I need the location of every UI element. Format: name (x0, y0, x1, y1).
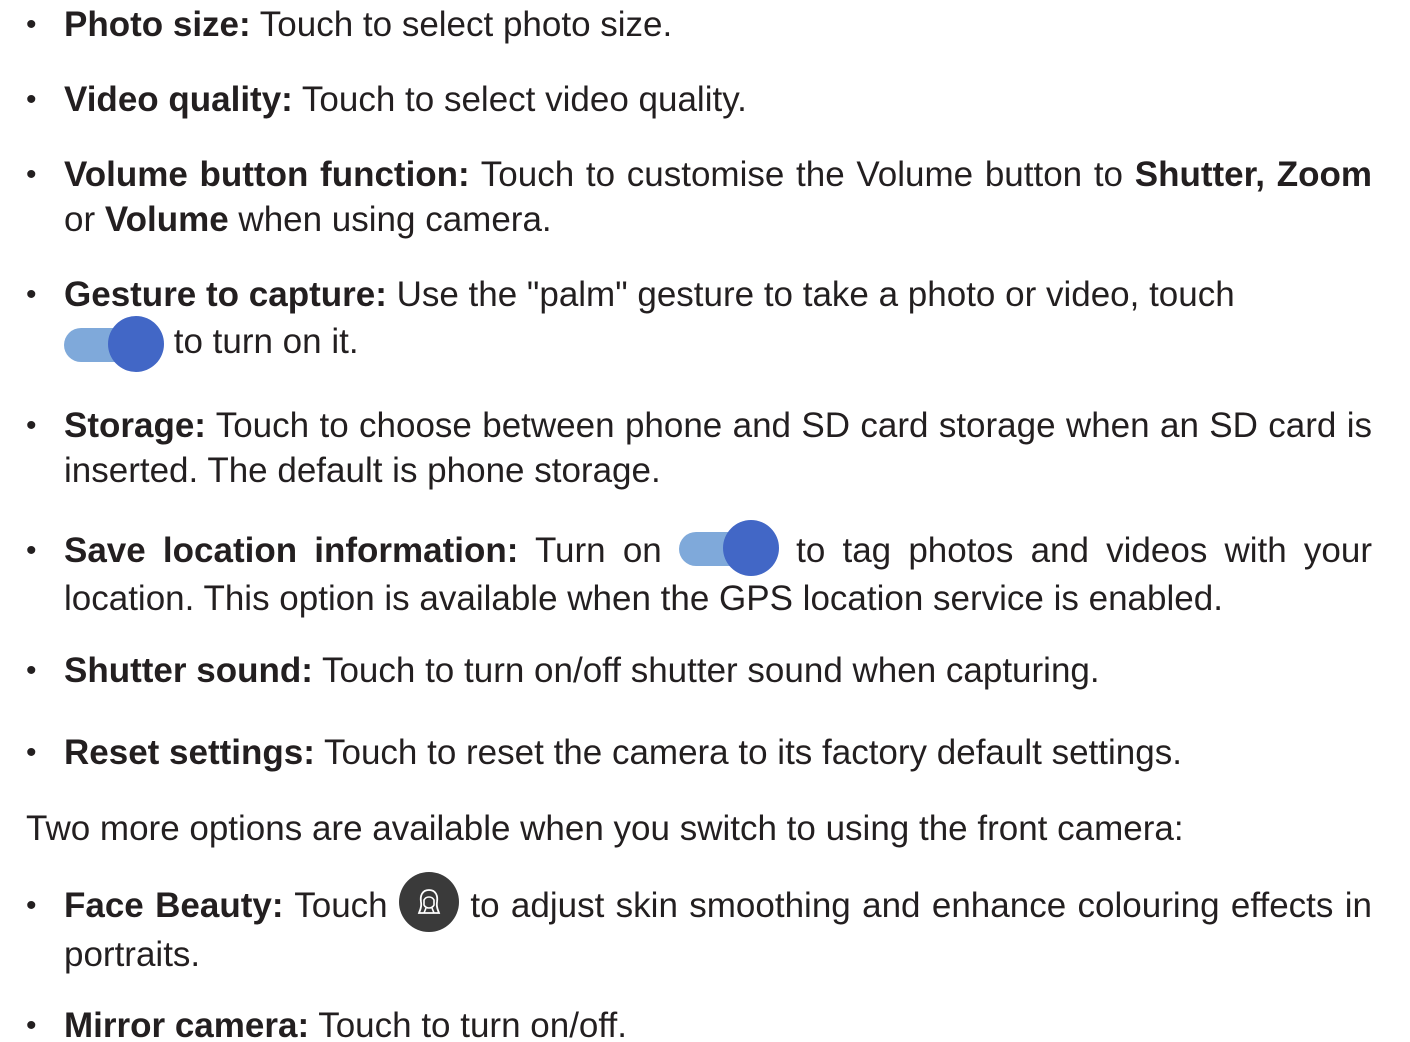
bullet: • (26, 83, 37, 116)
bullet: • (26, 1009, 37, 1042)
list-item-face-beauty: Face Beauty: Touch to adjust skin smooth… (64, 871, 1372, 977)
front-camera-intro: Two more options are available when you … (26, 809, 1184, 848)
bullet: • (26, 8, 37, 41)
bullet: • (26, 409, 37, 442)
manual-page: • Photo size: Touch to select photo size… (0, 0, 1410, 1042)
list-item-video-quality: Video quality: Touch to select video qua… (64, 77, 1372, 122)
list-item-gesture-capture: Gesture to capture: Use the "palm" gestu… (64, 272, 1372, 317)
item-label: Volume button function: (64, 155, 470, 194)
option-volume: Volume (104, 200, 229, 239)
item-text: or (64, 200, 105, 239)
item-label: Storage: (64, 406, 206, 445)
face-beauty-icon (399, 871, 459, 932)
item-text: Touch to turn on/off shutter sound when … (312, 651, 1100, 690)
item-label: Photo size: (64, 5, 251, 44)
bullet: • (26, 278, 37, 311)
list-item-mirror-camera: Mirror camera: Touch to turn on/off. (64, 1003, 1372, 1042)
toggle-knob (722, 519, 779, 576)
item-label: Mirror camera: (64, 1006, 310, 1042)
list-item-reset-settings: Reset settings: Touch to reset the camer… (64, 730, 1372, 775)
option-zoom: Zoom (1276, 155, 1372, 194)
item-label: Face Beauty: (64, 886, 284, 925)
item-label: Save location information: (64, 531, 519, 570)
option-shutter: Shutter, (1134, 155, 1266, 194)
bullet: • (26, 736, 37, 769)
bullet: • (26, 654, 37, 687)
bullet: • (26, 158, 37, 191)
list-item-volume-button: Volume button function: Touch to customi… (64, 152, 1372, 242)
list-item-photo-size: Photo size: Touch to select photo size. (64, 2, 1372, 47)
bullet: • (26, 889, 37, 922)
toggle-switch-on-icon (64, 315, 164, 372)
item-text: to turn on it. (164, 322, 359, 361)
bullet: • (26, 534, 37, 567)
toggle-knob (108, 315, 164, 372)
item-text: when using camera. (228, 200, 552, 239)
item-text: Touch to customise the Volume button to (469, 155, 1135, 194)
toggle-switch-on-icon (678, 519, 779, 576)
item-text: Touch to select photo size. (250, 5, 673, 44)
item-label: Shutter sound: (64, 651, 313, 690)
item-text: Touch to select video quality. (292, 80, 747, 119)
item-text: Touch (283, 886, 399, 925)
item-label: Gesture to capture: (64, 275, 387, 314)
list-item-save-location: Save location information: Turn on to ta… (64, 519, 1372, 621)
list-item-shutter-sound: Shutter sound: Touch to turn on/off shut… (64, 648, 1372, 693)
item-label: Reset settings: (64, 733, 315, 772)
item-text: Turn on (518, 531, 679, 570)
item-label: Video quality: (64, 80, 293, 119)
list-item-storage: Storage: Touch to choose between phone a… (64, 403, 1372, 493)
list-item-gesture-capture-line2: to turn on it. (64, 314, 1372, 372)
item-text: Use the "palm" gesture to take a photo o… (386, 275, 1235, 314)
item-text: Touch to reset the camera to its factory… (314, 733, 1182, 772)
item-text: Touch to choose between phone and SD car… (64, 406, 1372, 490)
item-text: Touch to turn on/off. (309, 1006, 627, 1042)
